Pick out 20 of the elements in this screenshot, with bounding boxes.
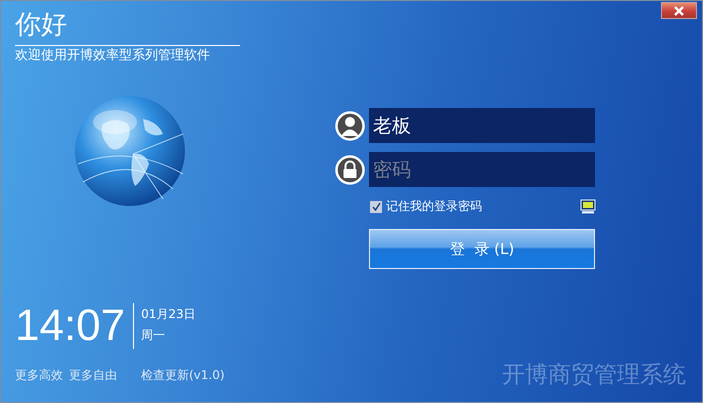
footer-link[interactable]: 更多高效 <box>15 367 63 384</box>
user-icon <box>335 110 365 140</box>
password-field[interactable]: 密码 <box>369 152 595 187</box>
close-icon <box>672 6 686 16</box>
clock-time: 14:07 <box>15 303 134 349</box>
remember-checkbox[interactable] <box>370 200 382 212</box>
close-button[interactable] <box>661 2 697 19</box>
monitor-icon[interactable] <box>580 199 596 214</box>
globe-icon <box>73 94 187 208</box>
lock-icon <box>335 154 365 184</box>
greeting-title: 你好 <box>15 9 240 46</box>
clock-date: 01月23日 <box>141 306 196 322</box>
welcome-subtitle: 欢迎使用开博效率型系列管理软件 <box>15 47 211 65</box>
footer-link[interactable]: 更多自由 <box>69 367 117 384</box>
check-update-link[interactable]: 检查更新(v1.0) <box>141 367 225 384</box>
brand-title: 开博商贸管理系统 <box>502 361 686 390</box>
clock-weekday: 周一 <box>141 327 166 343</box>
username-field[interactable]: 老板 <box>369 108 595 143</box>
remember-label: 记住我的登录密码 <box>386 198 482 215</box>
login-button[interactable]: 登 录 (L) <box>369 229 595 269</box>
